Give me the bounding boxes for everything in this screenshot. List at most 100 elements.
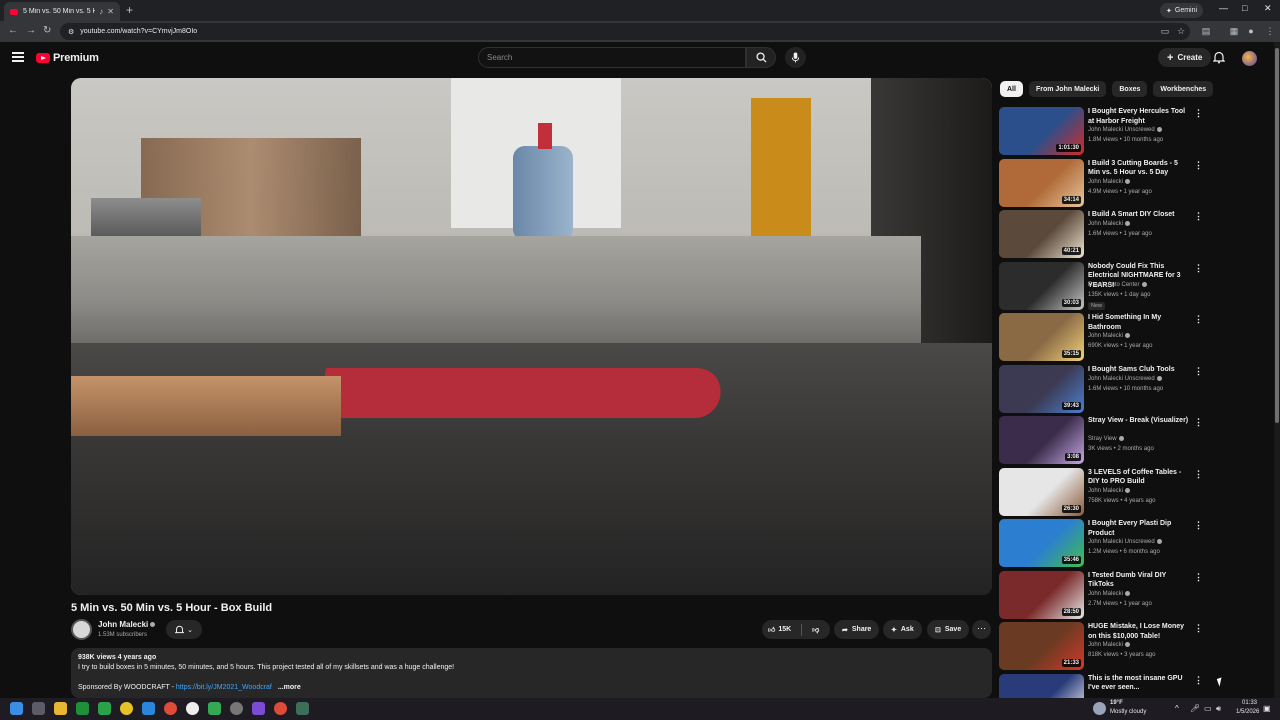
chip-workbenches[interactable]: Workbenches — [1153, 81, 1214, 97]
recommendation-title[interactable]: This is the most insane GPU I've ever se… — [1088, 674, 1191, 693]
recommendation-item[interactable]: 1:01:30 I Bought Every Hercules Tool at H… — [999, 107, 1204, 155]
recommendation-item[interactable]: 30:03 Nobody Could Fix This Electrical NI… — [999, 261, 1204, 310]
new-tab-icon[interactable]: + — [126, 3, 133, 17]
app-icon[interactable] — [120, 702, 133, 715]
more-actions-icon[interactable]: ⋯ — [972, 620, 991, 639]
clock-date[interactable]: 1/5/2026 — [1236, 709, 1259, 715]
hamburger-menu-icon[interactable] — [12, 52, 24, 62]
more-options-icon[interactable]: ⋮ — [1194, 520, 1203, 531]
notifications-bell-icon[interactable] — [1212, 51, 1227, 65]
account-avatar[interactable] — [1242, 51, 1257, 66]
sidepanel-icon[interactable]: ▤ — [1201, 26, 1211, 36]
more-options-icon[interactable]: ⋮ — [1194, 623, 1203, 634]
chip-boxes[interactable]: Boxes — [1112, 81, 1148, 97]
video-player[interactable] — [71, 78, 992, 595]
recommendation-title[interactable]: HUGE Mistake, I Lose Money on this $10,0… — [1088, 622, 1191, 641]
settings-icon[interactable] — [230, 702, 243, 715]
app-icon[interactable] — [186, 702, 199, 715]
channel-avatar[interactable] — [71, 619, 92, 640]
browser-tab[interactable]: 5 Min vs. 50 Min vs. 5 Hour ♪ ✕ — [4, 2, 120, 21]
network-icon[interactable]: ▭ — [1204, 704, 1212, 713]
back-icon[interactable]: ← — [8, 25, 18, 36]
recommendation-item[interactable]: 40:21 I Build A Smart DIY Closet John Male… — [999, 210, 1204, 258]
video-thumbnail[interactable]: 3:08 — [999, 416, 1084, 464]
more-options-icon[interactable]: ⋮ — [1194, 108, 1203, 119]
close-tab-icon[interactable]: ✕ — [107, 7, 114, 16]
recommendation-channel[interactable]: John Malecki — [1088, 590, 1131, 597]
recommendation-title[interactable]: I Build 3 Cutting Boards - 5 Min vs. 5 H… — [1088, 159, 1191, 178]
recommendation-channel[interactable]: Stray View — [1088, 436, 1124, 442]
recommendation-title[interactable]: I Bought Every Hercules Tool at Harbor F… — [1088, 107, 1191, 126]
recommendation-channel[interactable]: John Malecki Unscrewed — [1088, 127, 1162, 133]
chip-from-channel[interactable]: From John Malecki — [1028, 81, 1107, 97]
recommendation-title[interactable]: I Bought Every Plasti Dip Product — [1088, 519, 1191, 538]
windows-start-icon[interactable] — [10, 702, 23, 715]
recommendation-title[interactable]: Stray View - Break (Visualizer) — [1088, 416, 1191, 426]
recommendation-title[interactable]: I Hid Something In My Bathroom — [1088, 313, 1191, 332]
more-options-icon[interactable]: ⋮ — [1194, 160, 1203, 171]
description-box[interactable]: 938K views 4 years ago I try to build bo… — [71, 648, 992, 698]
recommendation-channel[interactable]: John Malecki Unscrewed — [1088, 539, 1162, 545]
video-thumbnail[interactable]: 39:43 — [999, 364, 1084, 413]
recommendation-channel[interactable]: John Malecki — [1088, 178, 1131, 185]
video-thumbnail[interactable]: 28:50 — [999, 570, 1084, 619]
more-options-icon[interactable]: ⋮ — [1194, 366, 1203, 377]
maximize-icon[interactable]: □ — [1242, 3, 1247, 13]
recommendation-item[interactable]: 34:14 I Build 3 Cutting Boards - 5 Min vs… — [999, 158, 1204, 207]
profile-icon[interactable]: ● — [1246, 26, 1256, 36]
bookmark-star-icon[interactable]: ☆ — [1176, 26, 1186, 36]
recommendation-channel[interactable]: John Malecki — [1088, 221, 1131, 227]
recommendation-title[interactable]: I Build A Smart DIY Closet — [1088, 210, 1191, 220]
cast-icon[interactable]: ▭ — [1160, 26, 1170, 36]
recommendation-title[interactable]: 3 LEVELS of Coffee Tables -DIY to PRO Bu… — [1088, 468, 1191, 487]
more-options-icon[interactable]: ⋮ — [1194, 572, 1203, 583]
recommendation-title[interactable]: I Tested Dumb Viral DIY TikToks — [1088, 571, 1191, 590]
video-thumbnail[interactable]: 30:03 — [999, 261, 1084, 310]
search-input[interactable]: Search — [478, 47, 746, 68]
voice-search-button[interactable] — [785, 47, 806, 68]
video-thumbnail[interactable]: 34:14 — [999, 158, 1084, 207]
more-options-icon[interactable]: ⋮ — [1194, 211, 1203, 222]
weather-icon[interactable] — [1093, 702, 1106, 715]
recommendation-channel[interactable]: John Malecki — [1088, 487, 1131, 494]
app-icon[interactable] — [98, 702, 111, 715]
create-button[interactable]: + Create — [1158, 48, 1212, 67]
save-button[interactable]: ⊡ Save — [927, 620, 970, 639]
ask-button[interactable]: ✦ Ask — [883, 620, 922, 639]
video-thumbnail[interactable]: 40:21 — [999, 210, 1084, 258]
sponsor-link[interactable]: https://bit.ly/JM2021_Woodcraf — [176, 684, 272, 691]
close-window-icon[interactable]: ✕ — [1264, 3, 1272, 14]
recommendation-channel[interactable]: John Malecki Unscrewed — [1088, 375, 1162, 382]
minimize-icon[interactable]: — — [1219, 3, 1228, 13]
youtube-logo[interactable]: Premium — [36, 52, 99, 64]
address-bar[interactable]: ⚙ youtube.com/watch?v=CYmvjJm8OIo — [60, 23, 1190, 40]
site-info-icon[interactable]: ⚙ — [68, 28, 74, 36]
recommendation-title[interactable]: I Bought Sams Club Tools — [1088, 365, 1191, 375]
recommendation-item[interactable]: 35:46 I Bought Every Plasti Dip Product Jo… — [999, 519, 1204, 567]
channel-name[interactable]: John Malecki — [98, 620, 156, 629]
share-button[interactable]: ➦ Share — [834, 620, 880, 639]
more-options-icon[interactable]: ⋮ — [1194, 314, 1203, 325]
app-icon[interactable] — [142, 702, 155, 715]
video-thumbnail[interactable]: 35:46 — [999, 519, 1084, 567]
recommendation-item[interactable]: 3:08 Stray View - Break (Visualizer) Stray… — [999, 416, 1204, 464]
more-options-icon[interactable]: ⋮ — [1194, 675, 1203, 686]
task-view-icon[interactable] — [32, 702, 45, 715]
extension-icon[interactable]: ▦ — [1229, 26, 1239, 36]
recommendation-channel[interactable]: John Malecki — [1088, 333, 1131, 339]
chrome-icon[interactable] — [164, 702, 177, 715]
app-icon[interactable] — [296, 702, 309, 715]
recommendation-channel[interactable]: John Malecki — [1088, 642, 1131, 648]
recommendation-channel[interactable]: Dave's Auto Center — [1088, 281, 1147, 288]
like-button[interactable]: 👍︎ 15K — [762, 620, 797, 639]
forward-icon[interactable]: → — [26, 25, 36, 36]
notification-center-icon[interactable]: ▣ — [1263, 704, 1271, 713]
chrome-active-icon[interactable] — [274, 702, 287, 715]
scrollbar-thumb[interactable] — [1275, 48, 1279, 423]
more-options-icon[interactable]: ⋮ — [1194, 263, 1203, 274]
mic-tray-icon[interactable]: 🎤︎ — [1190, 704, 1200, 713]
recommendation-item[interactable]: 28:50 I Tested Dumb Viral DIY TikToks John… — [999, 570, 1204, 619]
file-explorer-icon[interactable] — [54, 702, 67, 715]
xbox-icon[interactable] — [76, 702, 89, 715]
search-button[interactable] — [746, 47, 776, 68]
